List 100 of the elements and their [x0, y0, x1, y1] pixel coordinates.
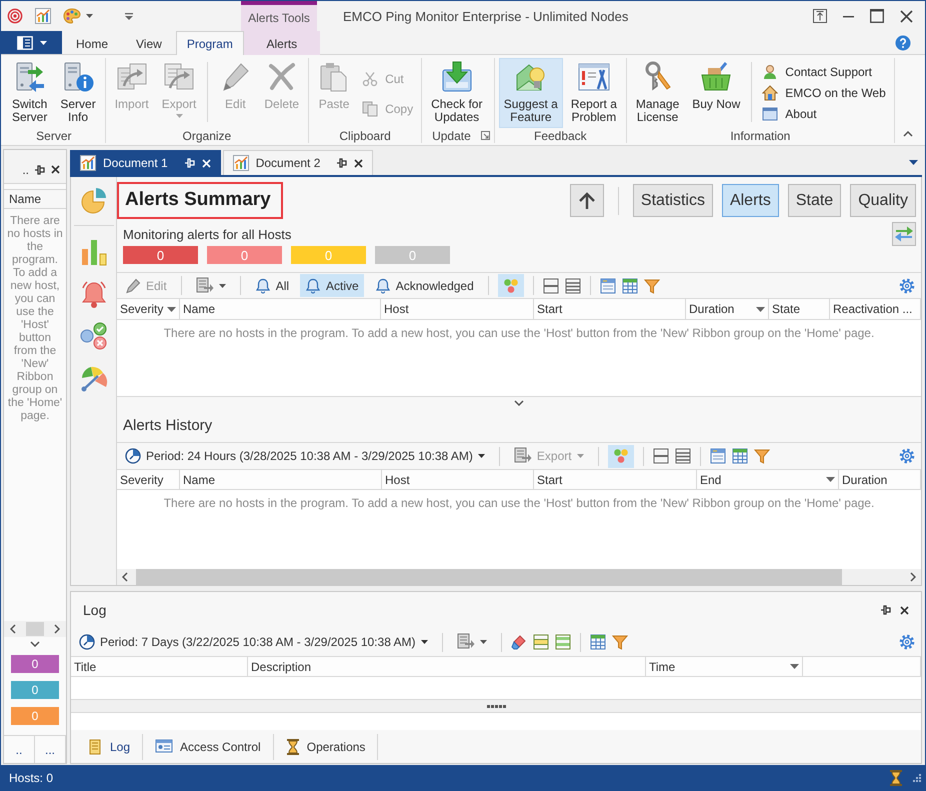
table-icon[interactable] [590, 634, 606, 650]
close-icon[interactable] [900, 10, 913, 22]
period-dropdown[interactable]: Period: 7 Days (3/22/2025 10:38 AM - 3/29/2025 10:38 AM) [74, 630, 433, 654]
panel-tab[interactable]: Operations [274, 734, 378, 760]
ribbon-tab[interactable]: View [122, 31, 176, 55]
scrollbar[interactable] [4, 621, 66, 637]
document-tab[interactable]: Document 2 [222, 150, 374, 175]
chevron-left-icon[interactable] [10, 624, 16, 634]
settings-icon[interactable] [899, 448, 915, 464]
ribbon-tab[interactable]: Alerts [244, 31, 320, 55]
column-header[interactable]: End [700, 472, 722, 486]
panel-title: .. [22, 162, 29, 176]
column-header[interactable]: Name [183, 472, 216, 486]
filter-icon[interactable] [754, 448, 770, 464]
column-header[interactable]: Description [251, 660, 312, 674]
ribbon-button[interactable]: Manage License [630, 58, 684, 128]
ribbon-button[interactable]: Switch Server [7, 58, 52, 128]
chevron-right-icon[interactable] [910, 572, 916, 582]
view-button[interactable]: Quality [850, 184, 916, 217]
table-icon[interactable] [622, 278, 638, 294]
close-icon[interactable] [900, 606, 909, 614]
ribbon-tab[interactable]: Home [62, 31, 122, 55]
ribbon-button[interactable]: Contact Support [758, 62, 890, 83]
ribbon-button[interactable]: Server Info [55, 58, 101, 128]
caret-icon[interactable] [86, 14, 93, 18]
dropdown-arrow-icon[interactable] [826, 477, 835, 482]
palette-icon[interactable] [63, 8, 81, 24]
filter-button[interactable]: Active [300, 274, 364, 297]
color-dots-button[interactable] [608, 444, 634, 468]
color-dots-button[interactable] [498, 274, 524, 297]
split-view-icon[interactable] [542, 278, 559, 294]
panel-tab[interactable]: Log [75, 734, 144, 760]
box-arrow-up-icon[interactable] [813, 9, 827, 23]
dropdown-arrow-icon[interactable] [909, 160, 918, 164]
panel-button[interactable]: .. [4, 736, 35, 763]
rows-icon[interactable] [564, 278, 581, 294]
period-dropdown[interactable]: Period: 24 Hours (3/28/2025 10:38 AM - 3/29/2025 10:38 AM) [120, 444, 490, 468]
column-header[interactable]: Severity [120, 302, 164, 316]
ribbon-button[interactable]: Report a Problem [566, 58, 622, 128]
settings-icon[interactable] [899, 278, 915, 294]
chevron-up-icon[interactable] [903, 131, 913, 137]
column-header[interactable]: Duration [842, 472, 888, 486]
column-header[interactable]: Duration [689, 302, 734, 316]
arrow-up-button[interactable] [570, 184, 604, 217]
dialog-launcher-icon[interactable] [480, 131, 490, 140]
column-header[interactable]: Title [74, 660, 96, 674]
table-icon[interactable] [732, 448, 748, 464]
settings-icon[interactable] [899, 634, 915, 650]
column-header[interactable]: State [772, 302, 800, 316]
view-button[interactable]: Alerts [722, 184, 779, 217]
chevron-down-icon[interactable] [514, 400, 524, 406]
rows-icon[interactable] [674, 448, 691, 464]
column-header[interactable]: Severity [120, 472, 164, 486]
filter-button[interactable]: All [250, 274, 294, 297]
pin-icon[interactable] [35, 164, 45, 174]
column-chooser-icon[interactable] [600, 278, 616, 294]
eraser-icon[interactable] [510, 634, 527, 650]
dropdown-arrow-icon[interactable] [167, 306, 176, 312]
pin-icon[interactable] [881, 605, 891, 615]
panel-tab[interactable]: Access Control [143, 734, 274, 760]
column-header[interactable]: Start [537, 472, 562, 486]
close-icon[interactable] [51, 165, 60, 174]
view-button[interactable]: Statistics [632, 184, 713, 217]
highlight-rows-icon[interactable] [532, 634, 549, 650]
file-menu-button[interactable] [1, 31, 62, 54]
filter-button[interactable]: Acknowledged [370, 274, 479, 297]
column-header[interactable]: Host [384, 302, 409, 316]
dropdown-arrow-icon[interactable] [756, 306, 765, 312]
filter-icon[interactable] [644, 278, 660, 294]
ribbon-button[interactable]: Buy Now [687, 58, 746, 128]
column-header[interactable]: Reactivation ... [833, 302, 912, 316]
ribbon-button[interactable]: Suggest a Feature [498, 58, 563, 128]
ribbon-button[interactable]: Check for Updates [426, 58, 488, 128]
maximize-icon[interactable] [870, 9, 884, 23]
chevron-down-icon[interactable] [30, 641, 40, 647]
target-icon[interactable] [7, 8, 23, 24]
column-header[interactable]: Host [385, 472, 410, 486]
dropdown-arrow-icon[interactable] [790, 664, 799, 669]
scrollbar-thumb[interactable] [26, 622, 44, 636]
chevron-left-icon[interactable] [122, 572, 128, 582]
customize-icon[interactable] [125, 12, 133, 20]
filter-icon[interactable] [612, 634, 628, 650]
chevron-right-icon[interactable] [54, 624, 60, 634]
column-chooser-icon[interactable] [710, 448, 726, 464]
status-nodes-icon[interactable] [78, 321, 108, 351]
column-header[interactable]: Start [537, 302, 562, 316]
striped-rows-icon[interactable] [554, 634, 571, 650]
column-header[interactable]: Name [183, 302, 216, 316]
pin-icon[interactable] [337, 158, 348, 168]
split-view-icon[interactable] [652, 448, 669, 464]
close-icon[interactable] [354, 158, 364, 168]
column-header[interactable]: Time [649, 660, 676, 674]
column-header[interactable]: Name [4, 189, 66, 209]
panel-button[interactable]: ... [35, 736, 66, 763]
chart-icon[interactable] [35, 8, 51, 24]
ribbon-tab[interactable]: Program [176, 31, 244, 55]
help-icon[interactable] [895, 34, 911, 50]
view-button[interactable]: State [788, 184, 842, 217]
ribbon-button[interactable]: EMCO on the Web [758, 82, 890, 104]
ribbon-button[interactable]: About [758, 103, 890, 124]
